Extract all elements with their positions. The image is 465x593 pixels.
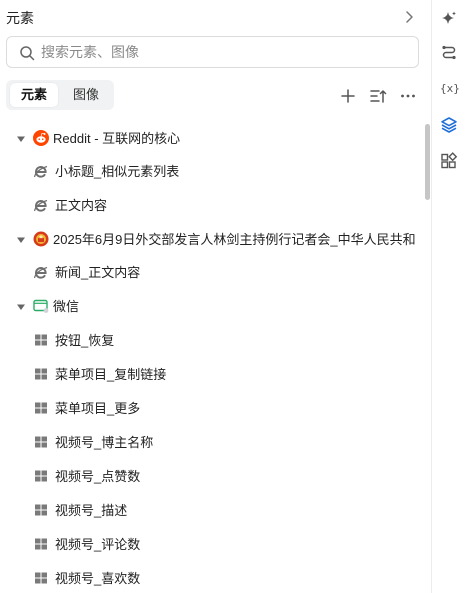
tree-item-label: 微信 — [53, 299, 80, 314]
tree-item-label: 视频号_博主名称 — [55, 435, 154, 450]
sort-icon[interactable] — [368, 86, 388, 106]
tree-item-row[interactable]: 新闻_正文内容 — [0, 256, 420, 289]
tree-item-row[interactable]: 按钮_恢复 — [0, 324, 420, 357]
tab-elements[interactable]: 元素 — [10, 83, 58, 107]
tree-group-row[interactable]: Reddit - 互联网的核心 — [0, 122, 420, 155]
tab-images[interactable]: 图像 — [62, 83, 110, 107]
variables-icon[interactable]: {x} — [440, 80, 460, 98]
tree-item-label: 2025年6月9日外交部发言人林剑主持例行记者会_中华人民共和国... — [53, 232, 415, 247]
tree-item-label: 视频号_描述 — [55, 503, 128, 518]
tree-item-row[interactable]: 视频号_点赞数 — [0, 460, 420, 493]
search-input[interactable] — [41, 41, 411, 63]
tree-item-label: 视频号_点赞数 — [55, 469, 141, 484]
windows-icon — [35, 334, 47, 346]
side-rail: {x} — [432, 0, 465, 593]
sparkle-icon[interactable] — [440, 10, 458, 28]
windows-icon — [35, 436, 47, 448]
tree-item-row[interactable]: 菜单项目_复制链接 — [0, 358, 420, 391]
caret-down-icon[interactable] — [16, 235, 26, 245]
tree-group-row[interactable]: 2025年6月9日外交部发言人林剑主持例行记者会_中华人民共和国... — [0, 223, 420, 256]
tree-item-label: 新闻_正文内容 — [55, 265, 141, 280]
tab-bar: 元素 图像 — [6, 80, 114, 110]
layers-icon[interactable] — [440, 116, 458, 134]
tree-group-row[interactable]: 微信 — [0, 290, 420, 323]
chevron-right-icon[interactable] — [401, 9, 417, 25]
tree-item-row[interactable]: 视频号_博主名称 — [0, 426, 420, 459]
ie-icon — [33, 165, 48, 178]
tree-item-row[interactable]: 小标题_相似元素列表 — [0, 155, 420, 188]
windows-icon — [35, 402, 47, 414]
emblem-icon — [33, 231, 49, 247]
tree-item-label: 按钮_恢复 — [55, 333, 115, 348]
tree-item-row[interactable]: 视频号_描述 — [0, 494, 420, 527]
scrollbar-thumb[interactable] — [425, 124, 430, 200]
tree-item-row[interactable]: 视频号_评论数 — [0, 528, 420, 561]
ie-icon — [33, 266, 48, 279]
caret-down-icon[interactable] — [16, 134, 26, 144]
windows-icon — [35, 368, 47, 380]
tree-item-label: 视频号_评论数 — [55, 537, 141, 552]
plus-icon[interactable] — [338, 86, 358, 106]
tree-item-label: 视频号_喜欢数 — [55, 571, 141, 586]
wechat-window-icon — [33, 299, 49, 313]
windows-icon — [35, 504, 47, 516]
tree-item-label: 菜单项目_复制链接 — [55, 367, 167, 382]
tree-item-label: Reddit - 互联网的核心 — [53, 131, 181, 146]
flow-icon[interactable] — [440, 44, 458, 62]
reddit-icon — [33, 130, 49, 146]
more-icon[interactable] — [398, 86, 418, 106]
search-icon — [20, 46, 35, 61]
widgets-icon[interactable] — [440, 152, 458, 170]
tree-item-row[interactable]: 视频号_喜欢数 — [0, 562, 420, 593]
tree-item-label: 菜单项目_更多 — [55, 401, 141, 416]
ie-icon — [33, 199, 48, 212]
windows-icon — [35, 572, 47, 584]
elements-panel: 元素 元素 图像 — [0, 0, 432, 593]
tree-item-row[interactable]: 正文内容 — [0, 189, 420, 222]
panel-title: 元素 — [6, 10, 34, 26]
windows-icon — [35, 538, 47, 550]
windows-icon — [35, 470, 47, 482]
tree-item-label: 正文内容 — [55, 198, 108, 213]
caret-down-icon[interactable] — [16, 302, 26, 312]
tree-item-row[interactable]: 菜单项目_更多 — [0, 392, 420, 425]
tree-item-label: 小标题_相似元素列表 — [55, 164, 180, 179]
search-box[interactable] — [6, 36, 419, 68]
panel-header: 元素 — [0, 0, 432, 34]
